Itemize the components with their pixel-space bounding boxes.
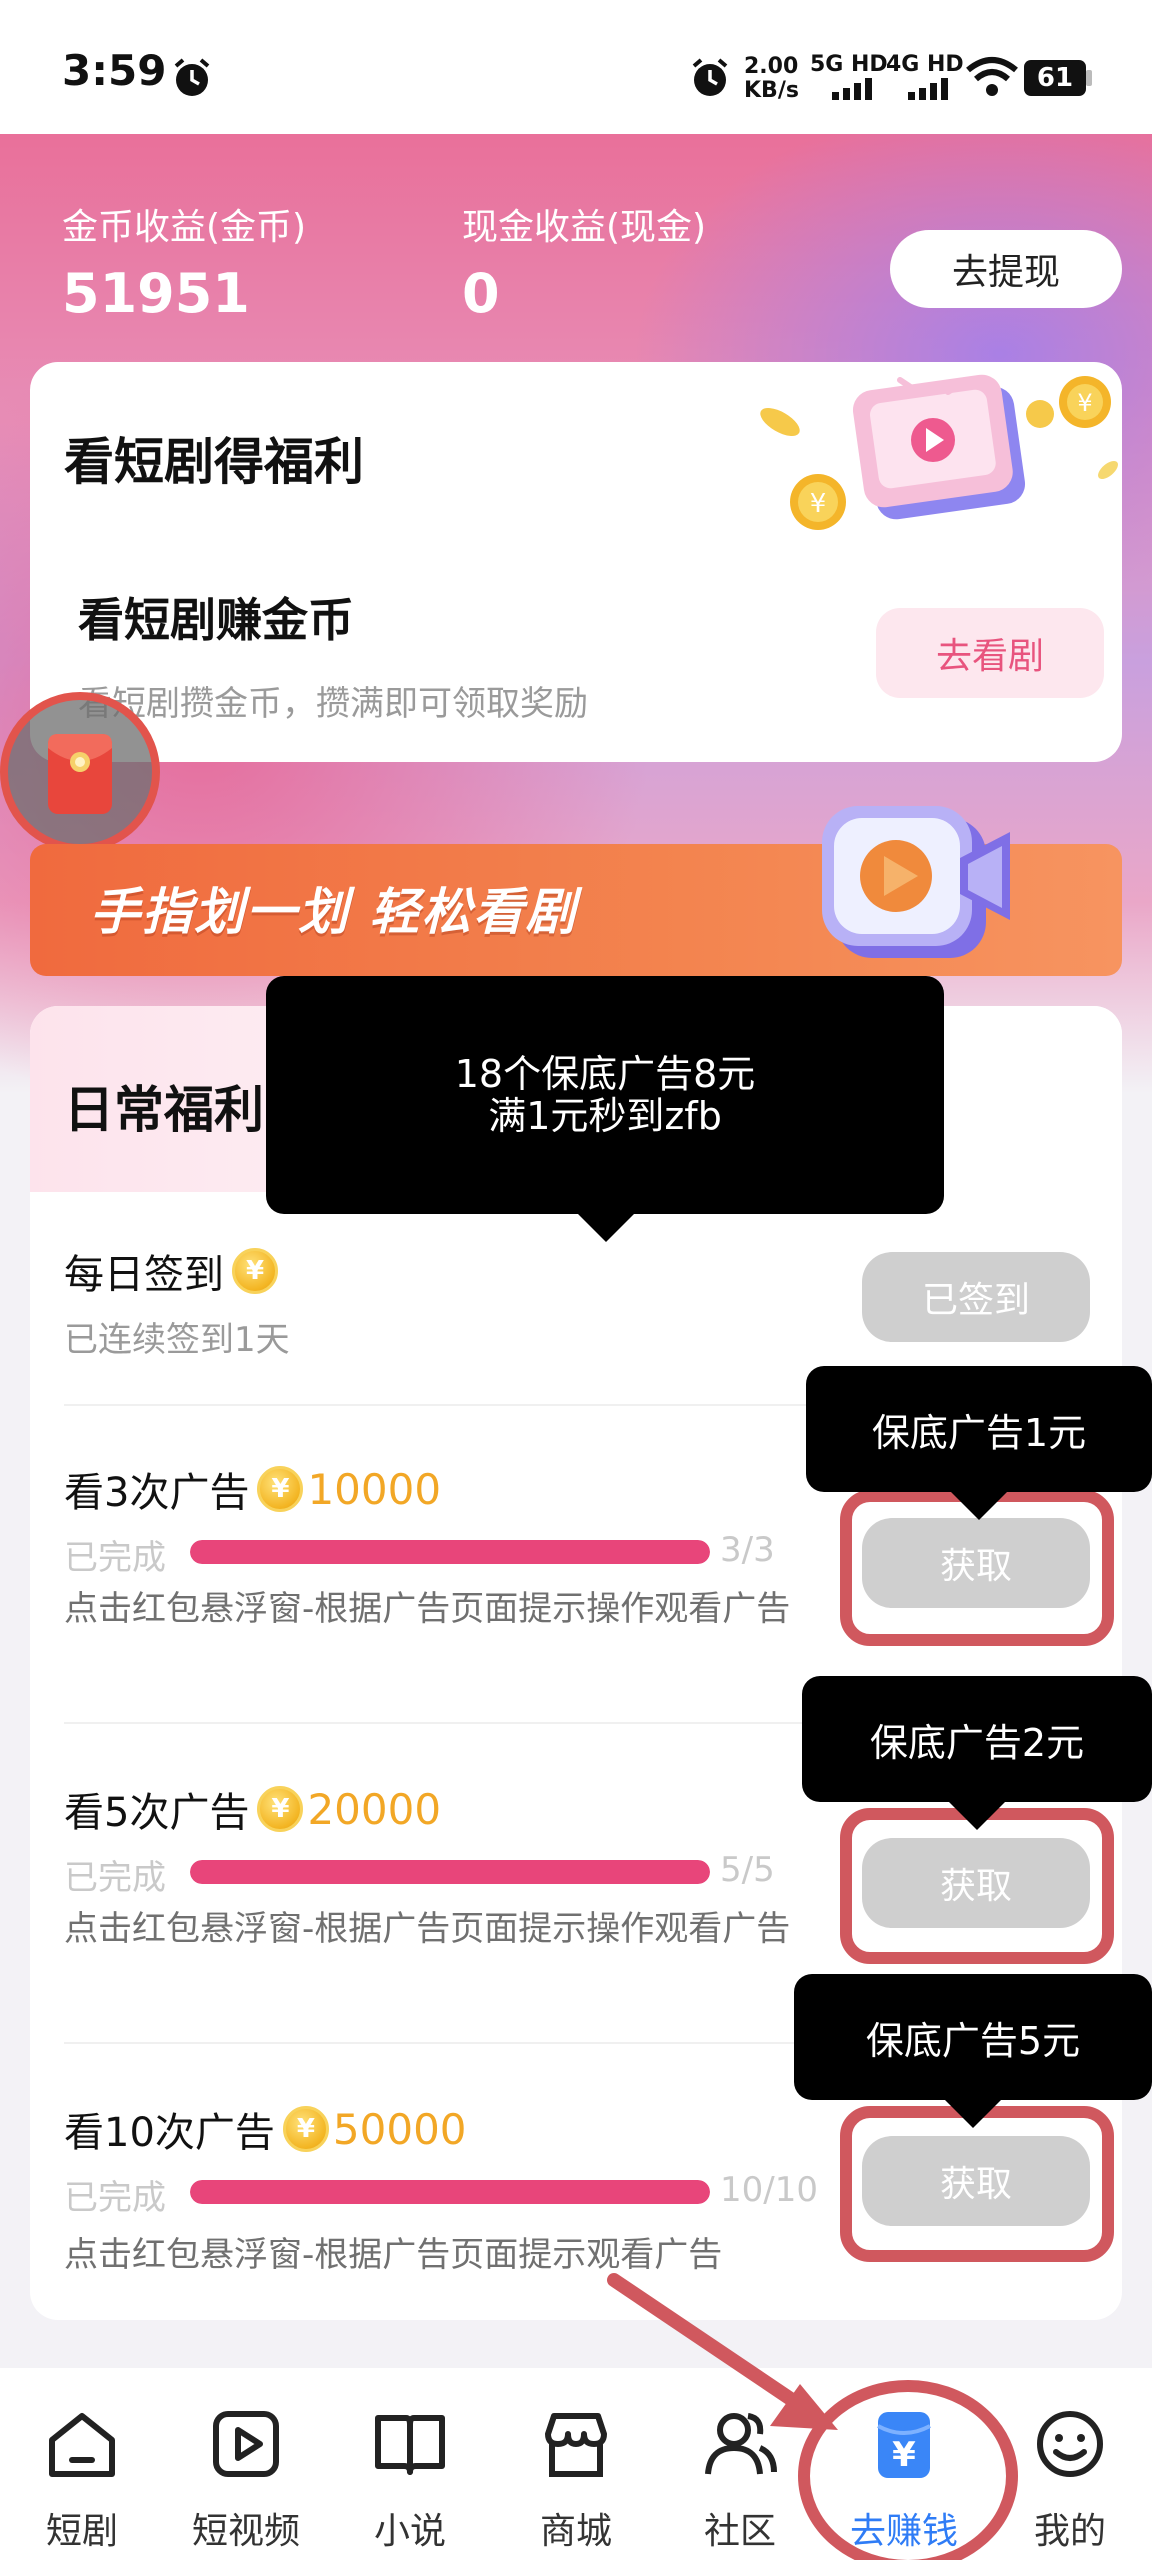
red-envelope-icon: [48, 734, 112, 814]
cash-earnings-value: 0: [462, 262, 500, 325]
task-reward: 20000: [307, 1784, 442, 1834]
smiley-icon: [1037, 2411, 1103, 2477]
nav-item-store[interactable]: 商城: [496, 2368, 656, 2560]
task-reward: 50000: [332, 2104, 467, 2154]
banner-text: 手指划一划 轻松看剧: [90, 883, 578, 941]
nav-item-novel[interactable]: 小说: [330, 2368, 490, 2560]
checked-in-button[interactable]: 已签到: [862, 1252, 1090, 1342]
checkin-streak: 已连续签到1天: [64, 1320, 290, 1360]
coin-earnings-label: 金币收益(金币): [62, 207, 307, 248]
coin-icon: [282, 2106, 329, 2152]
task-progress-count: 10/10: [720, 2170, 818, 2210]
coin-icon: [232, 1248, 278, 1294]
floating-red-packet[interactable]: [0, 692, 160, 852]
nav-label: 小说: [373, 2511, 446, 2552]
task-progress-fill: [190, 1540, 710, 1564]
watch-drama-button[interactable]: 去看剧: [876, 608, 1104, 698]
svg-text:¥: ¥: [810, 489, 827, 519]
tooltip-line: 18个保底广告8元: [454, 1052, 756, 1096]
task-reward: 10000: [307, 1464, 442, 1514]
task-description: 点击红包悬浮窗-根据广告页面提示观看广告: [64, 2235, 723, 2275]
task-title-row: 看5次广告 20000: [64, 1780, 441, 1838]
alarm-icon: [692, 58, 728, 96]
drama-welfare-card: 看短剧得福利 ¥ ¥ 看短剧赚金币 看短剧攒金币，攒满即可领取奖励 去看剧: [30, 362, 1122, 762]
video-camera-icon: [822, 806, 1010, 958]
ad-tooltip-3: 保底广告5元: [794, 1974, 1152, 2128]
drama-card-title: 看短剧得福利: [64, 433, 364, 491]
nav-item-earn-money[interactable]: ¥ 去赚钱: [824, 2368, 984, 2560]
task-status: 已完成: [64, 1538, 166, 1578]
task-progress-count: 5/5: [720, 1850, 775, 1890]
status-bar: 3:59 2.00 KB/s 5G HD 4G HD 61: [0, 0, 1152, 134]
annotation-frame: [840, 2106, 1114, 2262]
task-progress-fill: [190, 2180, 710, 2204]
task-description: 点击红包悬浮窗-根据广告页面提示操作观看广告: [64, 1909, 791, 1949]
status-time: 3:59: [62, 46, 167, 95]
coin-icon: [257, 1466, 304, 1512]
task-title: 看10次广告: [64, 2110, 275, 2156]
earn-money-icon: ¥: [877, 2412, 931, 2478]
checkin-title-row: 每日签到: [64, 1242, 278, 1300]
net-speed-value: 2.00: [744, 54, 799, 79]
nav-label: 去赚钱: [849, 2511, 958, 2552]
task-progress-bar: [190, 1860, 710, 1884]
store-icon: [545, 2413, 607, 2477]
book-icon: [375, 2415, 445, 2475]
drama-home-icon: [49, 2413, 115, 2477]
coin-earnings-value: 51951: [62, 262, 250, 325]
signal-icon: [832, 78, 872, 100]
ad-tooltip-2: 保底广告2元: [802, 1676, 1152, 1830]
signal-icon: [908, 78, 948, 100]
coin-icon: [257, 1786, 304, 1832]
task-progress-bar: [190, 2180, 710, 2204]
nav-item-community[interactable]: 社区: [660, 2368, 820, 2560]
battery-icon: 61: [1024, 60, 1086, 96]
task-title: 看3次广告: [64, 1470, 250, 1516]
battery-tip: [1086, 70, 1092, 86]
annotation-frame: [840, 1808, 1114, 1964]
task-status: 已完成: [64, 1858, 166, 1898]
task-title: 看5次广告: [64, 1790, 250, 1836]
nav-item-mine[interactable]: 我的: [990, 2368, 1150, 2560]
nav-label: 我的: [1033, 2511, 1106, 2552]
checkin-title: 每日签到: [64, 1252, 224, 1298]
community-icon: [705, 2413, 777, 2475]
task-progress-fill: [190, 1860, 710, 1884]
tv-coins-illustration: ¥ ¥: [760, 374, 1118, 530]
nav-label: 短视频: [191, 2511, 300, 2552]
svg-text:¥: ¥: [892, 2435, 916, 2475]
sim2-label: 4G HD: [886, 52, 964, 77]
svg-text:¥: ¥: [1077, 389, 1092, 417]
net-speed-unit: KB/s: [744, 78, 799, 103]
drama-task-description: 看短剧攒金币，攒满即可领取奖励: [78, 684, 588, 724]
ad-tooltip-1: 保底广告1元: [806, 1366, 1152, 1520]
play-icon: [213, 2411, 279, 2477]
task-title-row: 看10次广告 50000: [64, 2100, 467, 2158]
nav-item-drama[interactable]: 短剧: [2, 2368, 162, 2560]
bottom-navigation: 短剧 短视频 小说 商城 社区 ¥ 去赚钱 我的: [0, 2368, 1152, 2560]
withdraw-button[interactable]: 去提现: [890, 230, 1122, 308]
task-description: 点击红包悬浮窗-根据广告页面提示操作观看广告: [64, 1589, 791, 1629]
alarm-icon: [174, 58, 210, 96]
task-progress-count: 3/3: [720, 1530, 775, 1570]
task-title-row: 看3次广告 10000: [64, 1460, 441, 1518]
nav-label: 商城: [539, 2511, 612, 2552]
drama-task-title: 看短剧赚金币: [78, 593, 354, 647]
swipe-watch-banner[interactable]: 手指划一划 轻松看剧: [30, 806, 1122, 976]
guarantee-ad-tooltip: 18个保底广告8元 满1元秒到zfb: [266, 976, 944, 1242]
task-progress-bar: [190, 1540, 710, 1564]
cash-earnings-label: 现金收益(现金): [462, 207, 707, 248]
battery-level: 61: [1036, 63, 1074, 93]
task-status: 已完成: [64, 2178, 166, 2218]
wifi-icon: [966, 57, 1018, 96]
nav-label: 短剧: [45, 2511, 118, 2552]
nav-label: 社区: [703, 2511, 776, 2552]
sim1-label: 5G HD: [810, 52, 888, 77]
nav-item-short-video[interactable]: 短视频: [166, 2368, 326, 2560]
tooltip-line: 满1元秒到zfb: [488, 1094, 722, 1138]
daily-welfare-title: 日常福利: [64, 1081, 264, 1139]
